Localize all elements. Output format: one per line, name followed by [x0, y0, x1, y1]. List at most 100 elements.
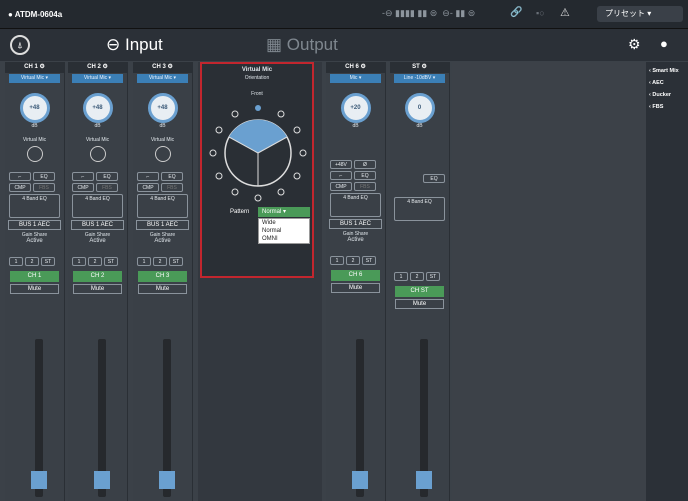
bus-button[interactable]: BUS 1 AEC [71, 220, 124, 230]
mute-button[interactable]: Mute [10, 284, 59, 294]
assign-st[interactable]: ST [104, 257, 118, 266]
fader-handle[interactable] [94, 471, 110, 489]
eq-row: ⌐ EQ [330, 171, 381, 180]
settings-icon[interactable]: ⚙ [628, 36, 641, 53]
cmp-button[interactable]: CMP [330, 182, 352, 191]
channel-name-button[interactable]: CH ST [395, 286, 444, 297]
assign-1[interactable]: 1 [394, 272, 408, 281]
filter-button[interactable]: ⌐ [9, 172, 31, 181]
filter-button[interactable]: ⌐ [330, 171, 352, 180]
mute-button[interactable]: Mute [395, 299, 444, 309]
source-select[interactable]: Line -10dBV ▾ [394, 74, 445, 83]
eq-button[interactable]: EQ [161, 172, 183, 181]
eq-button[interactable]: EQ [96, 172, 118, 181]
assign-2[interactable]: 2 [346, 256, 360, 265]
assign-1[interactable]: 1 [72, 257, 86, 266]
warning-icon[interactable]: ⚠ [560, 6, 570, 19]
smart-mix-item[interactable]: ‹ Smart Mix [649, 68, 686, 74]
band-eq-box[interactable]: 4 Band EQ [9, 194, 60, 218]
filter-button[interactable]: ⌐ [72, 172, 94, 181]
fbs-button[interactable]: FBS [33, 183, 55, 192]
assign-2[interactable]: 2 [88, 257, 102, 266]
gain-knob-value: +48 [92, 105, 103, 111]
gain-unit: dB [416, 123, 423, 129]
pattern-select[interactable]: Normal ▾ [258, 207, 310, 217]
channel-strip-st: ST ⚙ Line -10dBV ▾ 0 dB EQ 4 Band EQ 12S… [390, 62, 450, 501]
virtual-mic-label: Virtual Mic [22, 137, 47, 143]
ducker-item[interactable]: ‹ Ducker [649, 92, 686, 98]
user-icon[interactable]: ● [660, 36, 668, 51]
bus-button[interactable]: BUS 1 AEC [8, 220, 61, 230]
gain-knob-value: +48 [157, 105, 168, 111]
strip-title-text: CH 6 [345, 64, 359, 70]
assign-2[interactable]: 2 [153, 257, 167, 266]
link-icon[interactable]: 🔗 [510, 7, 522, 18]
mute-button[interactable]: Mute [331, 283, 380, 293]
virtual-mic-icon[interactable] [89, 146, 106, 162]
source-select[interactable]: Virtual Mic ▾ [9, 74, 60, 83]
option-wide[interactable]: Wide [259, 219, 309, 227]
assign-2[interactable]: 2 [25, 257, 39, 266]
assign-1[interactable]: 1 [137, 257, 151, 266]
tab-input[interactable]: ⊖ Input [106, 35, 163, 55]
gain-knob[interactable]: +48 [147, 93, 178, 123]
preset-button[interactable]: プリセット ▾ [597, 6, 683, 22]
fbs-button[interactable]: FBS [161, 183, 183, 192]
aec-item[interactable]: ‹ AEC [649, 80, 686, 86]
smart-mix-label: Smart Mix [652, 68, 679, 74]
bus-button[interactable]: BUS 1 AEC [136, 220, 189, 230]
option-normal[interactable]: Normal [259, 227, 309, 235]
eq-button[interactable]: EQ [423, 174, 445, 183]
channel-name-button[interactable]: CH 2 [73, 271, 122, 282]
bus-button[interactable]: BUS 1 AEC [329, 219, 382, 229]
assign-st[interactable]: ST [41, 257, 55, 266]
source-select[interactable]: Virtual Mic ▾ [72, 74, 123, 83]
band-eq-box[interactable]: 4 Band EQ [137, 194, 188, 218]
assign-st[interactable]: ST [362, 256, 376, 265]
eq-button[interactable]: EQ [354, 171, 376, 180]
cmp-button[interactable]: CMP [137, 183, 159, 192]
channel-name-button[interactable]: CH 6 [331, 270, 380, 281]
assign-1[interactable]: 1 [330, 256, 344, 265]
toggle-icon[interactable]: ▪○ [536, 8, 545, 18]
popup-title: Virtual Mic [241, 67, 273, 73]
phantom-button[interactable]: +48V [330, 160, 352, 169]
virtual-mic-icon[interactable] [26, 146, 43, 162]
virtual-mic-icon[interactable] [154, 146, 171, 162]
fader-handle[interactable] [352, 471, 368, 489]
cmp-button[interactable]: CMP [72, 183, 94, 192]
source-select[interactable]: Mic ▾ [330, 74, 381, 83]
assign-2[interactable]: 2 [410, 272, 424, 281]
fbs-button[interactable]: FBS [96, 183, 118, 192]
eq-button[interactable]: EQ [33, 172, 55, 181]
assign-1[interactable]: 1 [9, 257, 23, 266]
tab-output[interactable]: ▦ Output [266, 35, 338, 55]
fbs-item[interactable]: ‹ FBS [649, 104, 686, 110]
fader-handle[interactable] [159, 471, 175, 489]
mute-button[interactable]: Mute [73, 284, 122, 294]
assign-st[interactable]: ST [169, 257, 183, 266]
channel-name-button[interactable]: CH 3 [138, 271, 187, 282]
gain-knob[interactable]: 0 [404, 93, 435, 123]
fader-handle[interactable] [31, 471, 47, 489]
option-omni[interactable]: OMNI [259, 235, 309, 243]
source-select[interactable]: Virtual Mic ▾ [137, 74, 188, 83]
band-eq-box[interactable]: 4 Band EQ [72, 194, 123, 218]
mute-button[interactable]: Mute [138, 284, 187, 294]
pattern-label: Pattern [230, 209, 250, 215]
status-icons: -⊖ ▮▮▮▮ ▮▮ ⊜ ⊖- ▮▮ ⊜ [382, 8, 476, 18]
filter-button[interactable]: ⌐ [137, 172, 159, 181]
cmp-button[interactable]: CMP [9, 183, 31, 192]
fader-handle[interactable] [416, 471, 432, 489]
gain-knob[interactable]: +48 [82, 93, 113, 123]
polar-diagram[interactable] [205, 100, 311, 206]
band-eq-box[interactable]: 4 Band EQ [394, 197, 445, 221]
strip-title-text: CH 2 [87, 64, 101, 70]
channel-name-button[interactable]: CH 1 [10, 271, 59, 282]
fbs-button[interactable]: FBS [354, 182, 376, 191]
gain-knob[interactable]: +48 [19, 93, 50, 123]
band-eq-box[interactable]: 4 Band EQ [330, 193, 381, 217]
assign-st[interactable]: ST [426, 272, 440, 281]
gain-knob[interactable]: +20 [340, 93, 371, 123]
phase-button[interactable]: Ø [354, 160, 376, 169]
